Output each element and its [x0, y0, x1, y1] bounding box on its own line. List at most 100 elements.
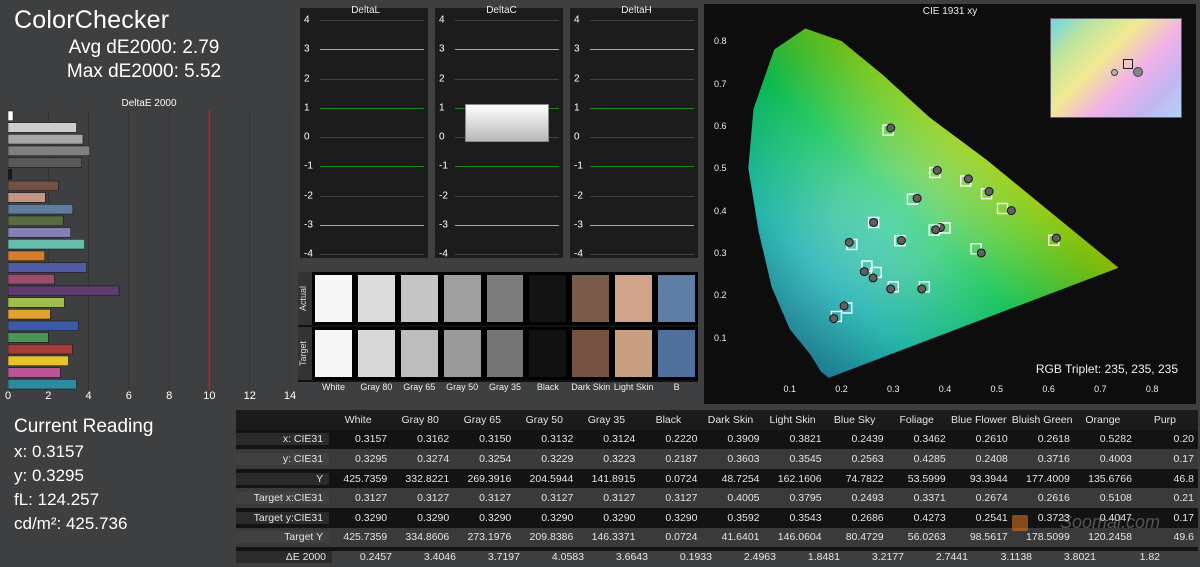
- deltac-reading-box: [465, 104, 548, 141]
- cie-ytick: 0.3: [714, 248, 727, 258]
- max-de2000: Max dE2000: 5.52: [14, 61, 274, 83]
- table-cell: 53.5999: [888, 473, 950, 485]
- cie-ytick: 0.1: [714, 333, 727, 343]
- swatch-light-skin: [615, 275, 652, 322]
- table-cell: 0.3795: [764, 492, 826, 504]
- table-row-label: x: CIE31: [236, 433, 329, 445]
- table-col-header: Foliage: [888, 414, 950, 426]
- sc-tick: 1: [439, 102, 445, 113]
- sc-tick: 2: [439, 73, 445, 84]
- table-cell: 204.5944: [515, 473, 577, 485]
- current-reading-row: x: 0.3157: [14, 442, 153, 462]
- table-col-header: Gray 65: [453, 414, 515, 426]
- sc-tick: 3: [304, 44, 310, 55]
- table-row: x: CIE310.31570.31620.31500.31320.31240.…: [236, 430, 1198, 450]
- table-cell: 425.7359: [329, 473, 391, 485]
- sc-tick: 1: [574, 102, 580, 113]
- deltae2000-tick: 8: [166, 390, 172, 402]
- table-cell: 0.0724: [639, 473, 701, 485]
- table-row-label: Y: [236, 473, 329, 485]
- cie-title: CIE 1931 xy: [704, 6, 1196, 17]
- deltae2000-tick: 6: [126, 390, 132, 402]
- table-col-header: Black: [639, 414, 701, 426]
- sc-tick: 1: [304, 102, 310, 113]
- cie-xtick: 0.7: [1094, 384, 1107, 394]
- cie-xtick: 0.4: [939, 384, 952, 394]
- table-col-header: Dark Skin: [701, 414, 763, 426]
- table-cell: 0.2439: [826, 433, 888, 445]
- table-cell: 0.3545: [764, 453, 826, 465]
- swatch-light-skin: [615, 330, 652, 377]
- cie-xtick: 0.6: [1042, 384, 1055, 394]
- table-cell: 0.3371: [888, 492, 950, 504]
- swatch-dark-skin: [572, 275, 609, 322]
- table-cell: 0.5108: [1074, 492, 1136, 504]
- table-cell: 0.4005: [701, 492, 763, 504]
- swatch-caption: Light Skin: [612, 382, 655, 392]
- table-cell: 269.3916: [453, 473, 515, 485]
- sc-tick: -2: [574, 190, 583, 201]
- table-cell: 0.3127: [329, 492, 391, 504]
- table-cell: 0.2541: [950, 512, 1012, 524]
- cie-ytick: 0.6: [714, 121, 727, 131]
- table-row-label: Target y:CIE31: [236, 512, 329, 524]
- swatch-gray-65: [401, 330, 438, 377]
- table-cell: 41.6401: [701, 531, 763, 543]
- cie-ytick: 0.8: [714, 36, 727, 46]
- table-cell: 0.3124: [577, 433, 639, 445]
- table-cell: 141.8915: [577, 473, 639, 485]
- table-cell: 146.0604: [764, 531, 826, 543]
- table-cell: 0.3132: [515, 433, 577, 445]
- table-cell: 0.2187: [639, 453, 701, 465]
- table-row: y: CIE310.32950.32740.32540.32290.32230.…: [236, 449, 1198, 469]
- table-cell: 334.8606: [391, 531, 453, 543]
- sc-title: DeltaL: [351, 5, 380, 16]
- data-table: WhiteGray 80Gray 65Gray 50Gray 35BlackDa…: [236, 410, 1198, 551]
- table-cell: 0.3223: [577, 453, 639, 465]
- table-cell: 177.4009: [1012, 473, 1074, 485]
- sc-tick: 0: [574, 132, 580, 143]
- swatch-row-target: Target: [298, 327, 698, 382]
- cie-xtick: 0.5: [991, 384, 1004, 394]
- swatch-caption: Gray 65: [398, 382, 441, 392]
- table-cell: 135.6766: [1074, 473, 1136, 485]
- swatch-row-actual: Actual: [298, 272, 698, 327]
- table-col-header: Blue Flower: [950, 414, 1012, 426]
- swatch-gray-65: [401, 275, 438, 322]
- deltae2000-tick: 2: [45, 390, 51, 402]
- table-col-header: Orange: [1074, 414, 1136, 426]
- table-row: Target y:CIE310.32900.32900.32900.32900.…: [236, 508, 1198, 528]
- table-col-header: Gray 50: [515, 414, 577, 426]
- deltae2000-axis: 02468101214: [8, 390, 290, 404]
- swatch-caption: B: [655, 382, 698, 392]
- watermark-icon: [1012, 515, 1028, 531]
- table-cell: 0.3254: [453, 453, 515, 465]
- table-row: Y425.7359332.8221269.3916204.5944141.891…: [236, 469, 1198, 489]
- table-cell: 0.2493: [826, 492, 888, 504]
- sc-tick: -1: [304, 161, 313, 172]
- table-cell: 0.3290: [577, 512, 639, 524]
- swatch-block: ActualTarget: [298, 272, 698, 382]
- table-cell: 80.4729: [826, 531, 888, 543]
- table-row: ΔE 20000.24573.40463.71974.05833.66430.1…: [236, 547, 1198, 567]
- deltae2000-chart: DeltaE 2000 02468101214: [8, 110, 290, 410]
- cie-ytick: 0.2: [714, 290, 727, 300]
- sc-tick: -2: [304, 190, 313, 201]
- sc-tick: -4: [439, 249, 448, 260]
- current-reading-row: y: 0.3295: [14, 466, 153, 486]
- table-cell: 56.0263: [888, 531, 950, 543]
- table-row: Target Y425.7359334.8606273.1976209.8386…: [236, 528, 1198, 548]
- swatch-gray-35: [487, 330, 524, 377]
- table-col-header: White: [329, 414, 391, 426]
- sc-tick: 2: [304, 73, 310, 84]
- cie-xtick: 0.1: [783, 384, 796, 394]
- table-col-header: Purp: [1136, 414, 1198, 426]
- table-cell: 0.3290: [391, 512, 453, 524]
- swatch-black: [529, 275, 566, 322]
- sc-title: DeltaC: [486, 5, 517, 16]
- table-cell: 0.2686: [826, 512, 888, 524]
- swatch-caption: Black: [526, 382, 569, 392]
- table-cell: 0.3909: [701, 433, 763, 445]
- table-cell: 0.4003: [1074, 453, 1136, 465]
- deltae2000-tick: 10: [203, 390, 215, 402]
